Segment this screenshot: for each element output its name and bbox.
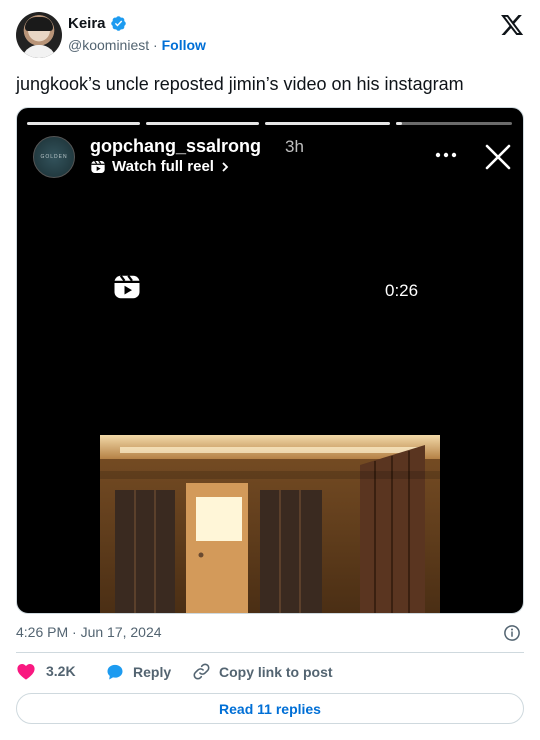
story-progress-segment-4 xyxy=(396,122,512,125)
verified-badge-icon xyxy=(110,16,126,31)
link-icon xyxy=(193,663,210,680)
story-progress-segment-2 xyxy=(146,122,259,125)
like-button[interactable]: 3.2K xyxy=(16,662,76,680)
chevron-right-icon xyxy=(222,161,229,172)
close-icon[interactable] xyxy=(485,144,511,170)
reply-bubble-icon xyxy=(107,664,123,680)
reel-play-icon[interactable] xyxy=(112,272,142,302)
tweet-timestamp[interactable]: 4:26 PM · Jun 17, 2024 xyxy=(16,624,162,640)
follow-button[interactable]: Follow xyxy=(162,37,206,53)
author-handle-row: @koominiest · Follow xyxy=(68,37,206,53)
author-handle[interactable]: @koominiest xyxy=(68,37,149,53)
story-progress-segment-1 xyxy=(27,122,140,125)
separator-dot: · xyxy=(153,37,158,53)
read-replies-label: Read 11 replies xyxy=(219,700,321,717)
video-thumbnail[interactable] xyxy=(100,435,440,613)
reel-icon xyxy=(91,160,105,173)
info-icon[interactable] xyxy=(503,624,521,642)
author-avatar[interactable] xyxy=(16,12,62,58)
author-name-row: Keira xyxy=(68,15,127,32)
reply-button[interactable]: Reply xyxy=(105,662,171,682)
tweet-header: Keira @koominiest · Follow xyxy=(16,12,524,60)
author-display-name[interactable]: Keira xyxy=(68,15,106,32)
like-count: 3.2K xyxy=(46,663,76,679)
story-progress-current-fill xyxy=(396,122,402,125)
ig-username[interactable]: gopchang_ssalrong xyxy=(90,136,261,157)
action-bar: 3.2K Reply Copy link to post xyxy=(16,662,524,686)
divider xyxy=(16,652,524,653)
more-options-icon[interactable] xyxy=(435,152,457,158)
watch-full-reel-link[interactable]: Watch full reel xyxy=(90,158,230,175)
watch-full-reel-label: Watch full reel xyxy=(112,158,214,175)
copy-link-button[interactable]: Copy link to post xyxy=(192,662,333,681)
heart-icon xyxy=(17,663,35,680)
copy-link-label: Copy link to post xyxy=(219,663,333,680)
x-logo-icon[interactable] xyxy=(501,15,524,36)
video-duration: 0:26 xyxy=(385,281,419,300)
room-scene-image xyxy=(100,435,440,613)
reply-label: Reply xyxy=(133,664,172,680)
instagram-story-media[interactable]: GOLDEN gopchang_ssalrong 3h Watch full r… xyxy=(16,107,524,614)
ig-profile-avatar[interactable]: GOLDEN xyxy=(33,136,75,178)
story-progress-segment-3 xyxy=(265,122,390,125)
tweet-text: jungkook’s uncle reposted jimin’s video … xyxy=(16,74,464,94)
read-replies-button[interactable]: Read 11 replies xyxy=(16,693,524,724)
ig-avatar-text: GOLDEN xyxy=(40,154,68,160)
ig-post-time: 3h xyxy=(285,137,304,156)
